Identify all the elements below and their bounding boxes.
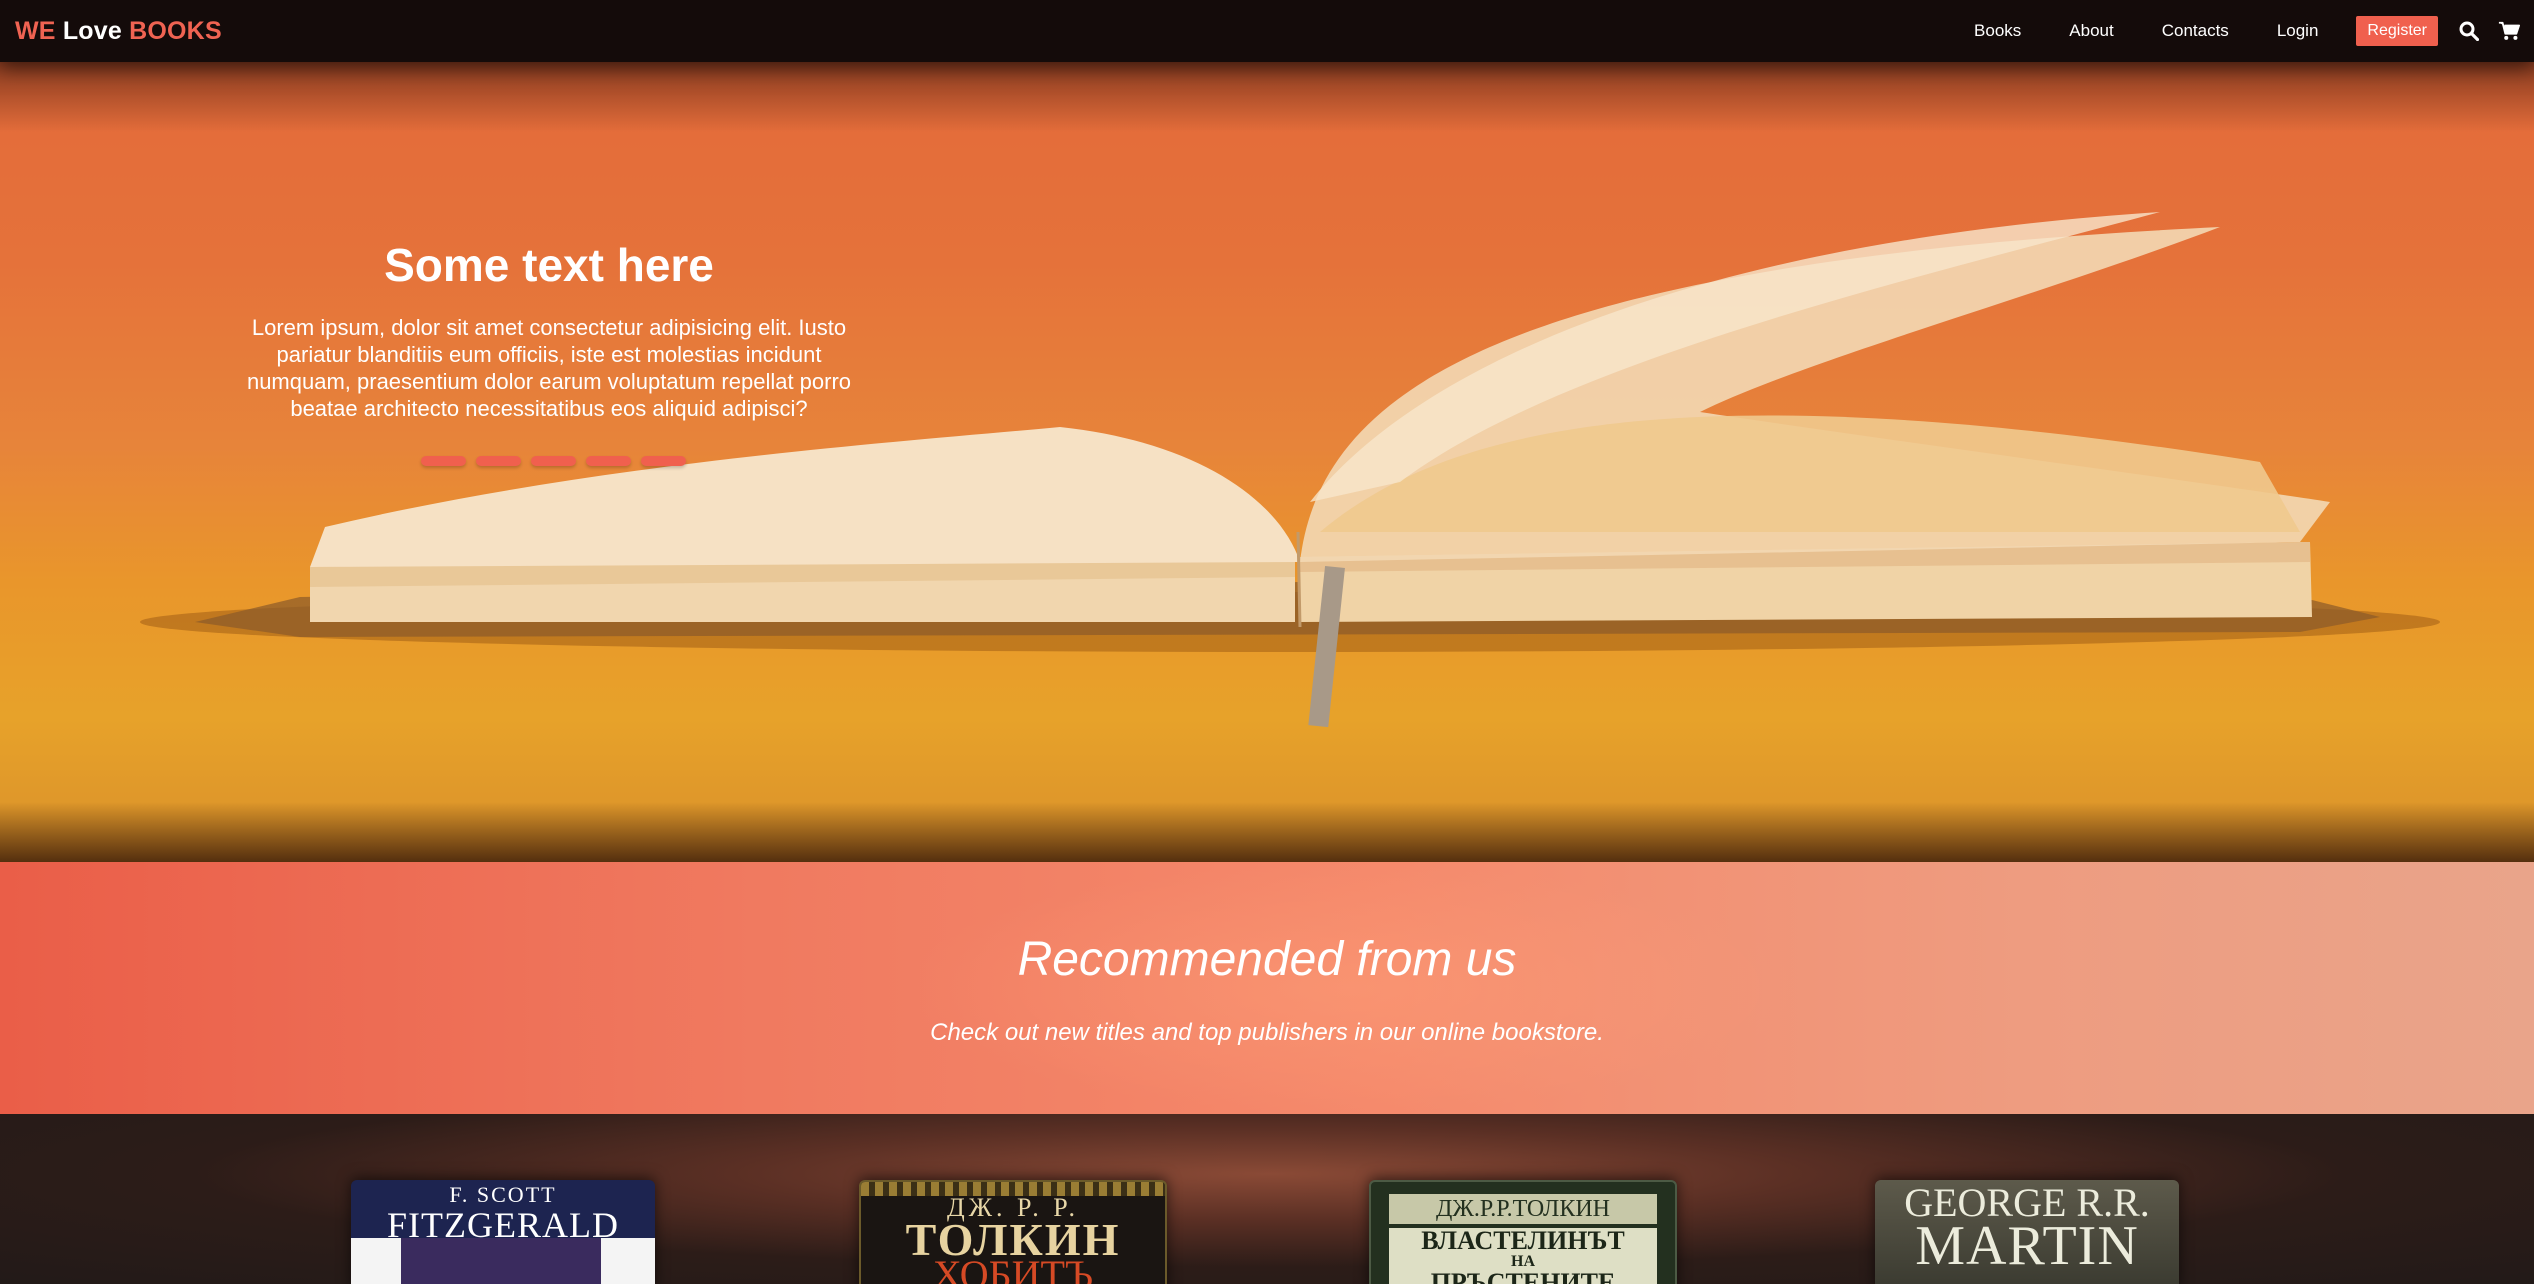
nav-link-about[interactable]: About — [2069, 21, 2113, 41]
book-cover-art-center — [401, 1238, 601, 1284]
recommended-section: Recommended from us Check out new titles… — [0, 862, 2534, 1114]
books-showcase: F. SCOTT FITZGERALD ДЖ. Р. Р. ТОЛКИН ХОБ… — [0, 1114, 2534, 1284]
carousel-indicator-3[interactable] — [531, 456, 576, 466]
recommended-background-glow — [900, 862, 1800, 1114]
hero-carousel: Some text here Lorem ipsum, dolor sit am… — [0, 62, 2534, 862]
carousel-indicator-2[interactable] — [476, 456, 521, 466]
book-author-name: FITZGERALD — [387, 1205, 619, 1245]
hero-top-shadow — [0, 62, 2534, 132]
book-cover-fitzgerald[interactable]: F. SCOTT FITZGERALD — [351, 1180, 655, 1284]
book-title-box: ВЛАСТЕЛИНЪТ НА ПРЪСТЕНИТЕ — [1389, 1228, 1657, 1284]
carousel-indicator-5[interactable] — [641, 456, 686, 466]
carousel-indicators — [421, 456, 696, 466]
book-title: ВЛАСТЕЛИНЪТ — [1421, 1226, 1625, 1255]
brand-logo[interactable]: WE Love BOOKS — [15, 17, 222, 46]
nav-link-books[interactable]: Books — [1974, 21, 2021, 41]
navbar: WE Love BOOKS Books About Contacts Login… — [0, 0, 2534, 62]
brand-part-books: BOOKS — [129, 17, 222, 45]
carousel-indicator-4[interactable] — [586, 456, 631, 466]
carousel-indicator-1[interactable] — [421, 456, 466, 466]
register-button[interactable]: Register — [2356, 16, 2438, 46]
nav-link-login[interactable]: Login — [2277, 21, 2319, 41]
search-icon[interactable] — [2458, 20, 2480, 42]
recommended-subtitle: Check out new titles and top publishers … — [930, 1019, 1604, 1046]
book-cover-lotr[interactable]: ДЖ.Р.Р.ТОЛКИН ВЛАСТЕЛИНЪТ НА ПРЪСТЕНИТЕ — [1369, 1180, 1677, 1284]
book-author-name: MARTIN — [1915, 1215, 2139, 1277]
nav-link-contacts[interactable]: Contacts — [2162, 21, 2229, 41]
carousel-title: Some text here — [384, 239, 714, 291]
carousel-text: Lorem ipsum, dolor sit amet consectetur … — [246, 315, 852, 421]
book-author-line: ДЖ.Р.Р.ТОЛКИН — [1389, 1194, 1657, 1224]
book-title-continued: ПРЪСТЕНИТЕ — [1430, 1268, 1616, 1284]
recommended-title: Recommended from us — [1017, 933, 1517, 986]
hero-bottom-shadow — [0, 802, 2534, 862]
carousel-caption: Some text here Lorem ipsum, dolor sit am… — [240, 238, 858, 422]
book-cover-hobbit[interactable]: ДЖ. Р. Р. ТОЛКИН ХОБИТЪ — [859, 1180, 1167, 1284]
open-book-image — [140, 212, 2440, 728]
brand-part-love: Love — [62, 17, 122, 45]
brand-part-we: WE — [15, 17, 56, 45]
book-cover-martin[interactable]: GEORGE R.R. MARTIN — [1875, 1180, 2179, 1284]
cart-icon[interactable] — [2498, 20, 2520, 42]
nav-links: Books About Contacts Login Register — [1974, 0, 2534, 62]
